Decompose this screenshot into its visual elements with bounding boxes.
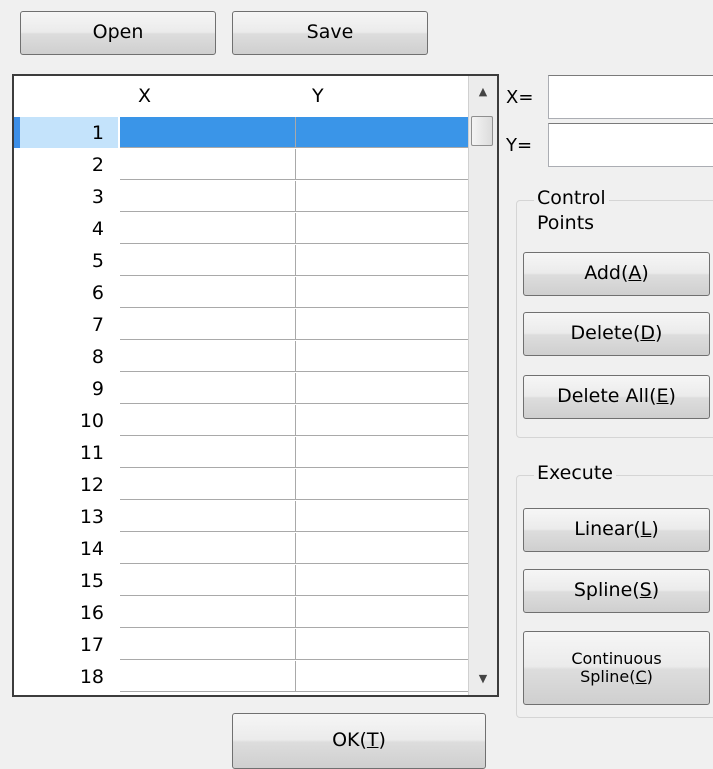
row-header[interactable]: 15 bbox=[14, 565, 118, 596]
x-input[interactable] bbox=[548, 75, 713, 119]
y-cell[interactable] bbox=[296, 405, 470, 436]
row-header[interactable]: 13 bbox=[14, 501, 118, 532]
y-cell[interactable] bbox=[296, 565, 470, 596]
linear-button[interactable]: Linear(L) bbox=[523, 508, 710, 552]
x-cell[interactable] bbox=[120, 629, 296, 660]
x-cell[interactable] bbox=[120, 149, 296, 180]
x-cell[interactable] bbox=[120, 565, 296, 596]
row-header[interactable]: 16 bbox=[14, 597, 118, 628]
y-cell[interactable] bbox=[296, 533, 470, 564]
execute-group-title: Execute bbox=[534, 461, 616, 486]
row-header[interactable]: 2 bbox=[14, 149, 118, 180]
x-field-label: X= bbox=[506, 87, 534, 108]
open-button[interactable]: Open bbox=[20, 11, 216, 55]
x-cell[interactable] bbox=[120, 181, 296, 212]
save-button[interactable]: Save bbox=[232, 11, 428, 55]
row-header[interactable]: 17 bbox=[14, 629, 118, 660]
ok-button[interactable]: OK(T) bbox=[232, 713, 486, 769]
x-cell[interactable] bbox=[120, 469, 296, 500]
column-header-y[interactable]: Y bbox=[312, 76, 472, 116]
continuous-spline-button[interactable]: Continuous Spline(C) bbox=[523, 631, 710, 705]
row-header[interactable]: 11 bbox=[14, 437, 118, 468]
x-cell[interactable] bbox=[120, 373, 296, 404]
scroll-up-arrow-icon[interactable]: ▲ bbox=[469, 82, 497, 102]
delete-point-button[interactable]: Delete(D) bbox=[523, 312, 710, 356]
x-cell[interactable] bbox=[120, 405, 296, 436]
y-cell[interactable] bbox=[296, 661, 470, 692]
x-cell[interactable] bbox=[120, 277, 296, 308]
row-header[interactable]: 9 bbox=[14, 373, 118, 404]
scroll-down-arrow-icon[interactable]: ▼ bbox=[469, 669, 497, 689]
y-cell[interactable] bbox=[296, 245, 470, 276]
y-cell[interactable] bbox=[296, 629, 470, 660]
y-cell[interactable] bbox=[296, 469, 470, 500]
x-cell[interactable] bbox=[120, 437, 296, 468]
control-points-grid[interactable]: X Y 1 2 3 4 5 6 7 8 9 10 11 12 13 14 15 16 17 18 ▲ ▼ bbox=[12, 74, 499, 697]
x-cell[interactable] bbox=[120, 245, 296, 276]
y-cell[interactable] bbox=[296, 341, 470, 372]
x-cell[interactable] bbox=[120, 597, 296, 628]
row-header[interactable]: 18 bbox=[14, 661, 118, 692]
x-cell[interactable] bbox=[120, 661, 296, 692]
y-field-label: Y= bbox=[506, 135, 533, 156]
column-header-x[interactable]: X bbox=[138, 76, 308, 116]
row-header[interactable]: 5 bbox=[14, 245, 118, 276]
y-cell[interactable] bbox=[296, 149, 470, 180]
scroll-thumb[interactable] bbox=[471, 116, 493, 146]
x-cell[interactable] bbox=[120, 501, 296, 532]
y-cell[interactable] bbox=[296, 309, 470, 340]
x-cell[interactable] bbox=[120, 341, 296, 372]
row-header[interactable]: 14 bbox=[14, 533, 118, 564]
x-cell[interactable] bbox=[120, 533, 296, 564]
row-header[interactable]: 3 bbox=[14, 181, 118, 212]
vertical-scrollbar[interactable]: ▲ ▼ bbox=[468, 76, 497, 695]
row-header[interactable]: 10 bbox=[14, 405, 118, 436]
y-cell[interactable] bbox=[296, 181, 470, 212]
control-points-group-title: Control Points bbox=[534, 186, 609, 236]
grid-corner-header bbox=[14, 76, 118, 116]
row-header[interactable]: 1 bbox=[14, 117, 118, 148]
x-cell[interactable] bbox=[120, 117, 296, 148]
x-cell[interactable] bbox=[120, 213, 296, 244]
row-header[interactable]: 4 bbox=[14, 213, 118, 244]
y-cell[interactable] bbox=[296, 373, 470, 404]
row-header[interactable]: 7 bbox=[14, 309, 118, 340]
y-cell[interactable] bbox=[296, 597, 470, 628]
row-header[interactable]: 8 bbox=[14, 341, 118, 372]
y-cell[interactable] bbox=[296, 117, 470, 148]
row-header[interactable]: 12 bbox=[14, 469, 118, 500]
spline-button[interactable]: Spline(S) bbox=[523, 569, 710, 613]
delete-all-button[interactable]: Delete All(E) bbox=[523, 375, 710, 419]
y-cell[interactable] bbox=[296, 437, 470, 468]
row-header[interactable]: 6 bbox=[14, 277, 118, 308]
y-cell[interactable] bbox=[296, 213, 470, 244]
y-cell[interactable] bbox=[296, 277, 470, 308]
x-cell[interactable] bbox=[120, 309, 296, 340]
add-point-button[interactable]: Add(A) bbox=[523, 252, 710, 296]
y-input[interactable] bbox=[548, 123, 713, 167]
y-cell[interactable] bbox=[296, 501, 470, 532]
